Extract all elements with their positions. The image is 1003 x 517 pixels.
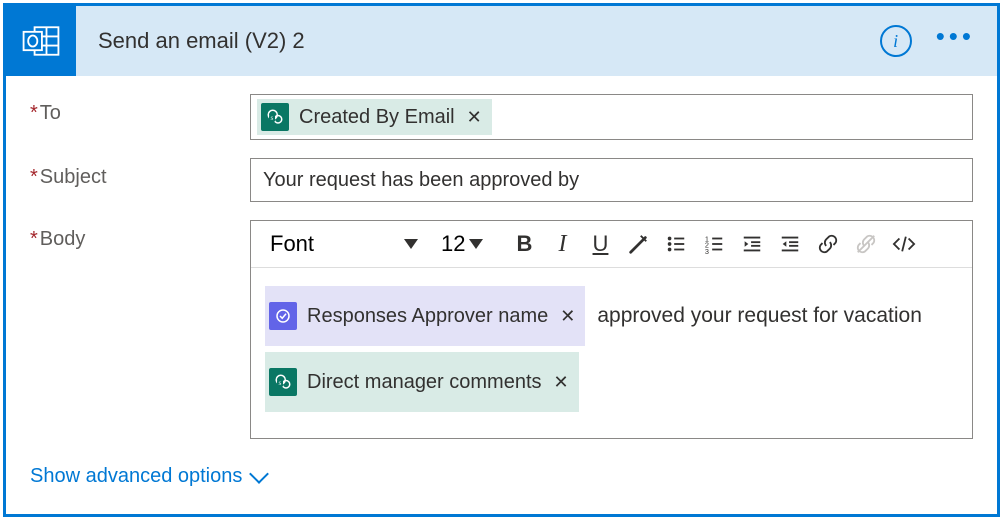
required-star: *: [30, 228, 38, 250]
required-star: *: [30, 102, 38, 124]
bullet-list-button[interactable]: [659, 227, 693, 261]
body-row: *Body Font 12 B I U: [30, 220, 973, 439]
rich-text-editor: Font 12 B I U: [250, 220, 973, 439]
to-row: *To S Created By Email ✕: [30, 94, 973, 140]
bold-button[interactable]: B: [507, 227, 541, 261]
numbered-list-button[interactable]: 123: [697, 227, 731, 261]
card-title: Send an email (V2) 2: [76, 28, 880, 54]
font-select[interactable]: Font: [259, 227, 429, 261]
sharepoint-icon: S: [261, 103, 289, 131]
show-advanced-options-link[interactable]: Show advanced options: [30, 465, 266, 488]
token-label: Created By Email: [299, 106, 455, 129]
subject-row: *Subject: [30, 158, 973, 202]
outlook-icon-svg: [19, 19, 63, 63]
email-action-card: Send an email (V2) 2 i ••• *To S Created…: [3, 3, 1000, 517]
more-menu-icon[interactable]: •••: [930, 29, 981, 53]
indent-button[interactable]: [773, 227, 807, 261]
to-input[interactable]: S Created By Email ✕: [250, 94, 973, 140]
remove-token-icon[interactable]: ✕: [552, 373, 571, 391]
token-label: Direct manager comments: [307, 356, 542, 408]
info-icon[interactable]: i: [880, 25, 912, 57]
svg-text:S: S: [279, 381, 282, 387]
chevron-down-icon: [469, 239, 483, 249]
body-line-1: Responses Approver name ✕ approved your …: [265, 286, 958, 346]
token-direct-manager-comments: S Direct manager comments ✕: [265, 352, 579, 412]
rte-toolbar: Font 12 B I U: [251, 221, 972, 268]
font-color-button[interactable]: [621, 227, 655, 261]
token-approver-name: Responses Approver name ✕: [265, 286, 585, 346]
subject-label: *Subject: [30, 158, 250, 189]
link-button[interactable]: [811, 227, 845, 261]
font-size-select[interactable]: 12: [433, 227, 491, 261]
rte-content[interactable]: Responses Approver name ✕ approved your …: [251, 268, 972, 438]
approvals-icon: [269, 302, 297, 330]
code-view-button[interactable]: [887, 227, 921, 261]
remove-token-icon[interactable]: ✕: [558, 307, 577, 325]
remove-token-icon[interactable]: ✕: [465, 108, 484, 126]
token-created-by-email: S Created By Email ✕: [257, 99, 492, 135]
italic-button[interactable]: I: [545, 227, 579, 261]
chevron-down-icon: [249, 464, 269, 484]
svg-text:S: S: [271, 116, 274, 122]
body-text: approved your request for vacation: [597, 289, 922, 344]
body-label: *Body: [30, 220, 250, 251]
to-label: *To: [30, 94, 250, 125]
required-star: *: [30, 166, 38, 188]
svg-text:3: 3: [705, 247, 709, 255]
subject-input[interactable]: [250, 158, 973, 202]
card-header: Send an email (V2) 2 i •••: [6, 6, 997, 76]
chevron-down-icon: [404, 239, 418, 249]
card-body: *To S Created By Email ✕ *Subject: [6, 76, 997, 514]
outdent-button[interactable]: [735, 227, 769, 261]
unlink-button: [849, 227, 883, 261]
underline-button[interactable]: U: [583, 227, 617, 261]
sharepoint-icon: S: [269, 368, 297, 396]
outlook-icon: [6, 6, 76, 76]
body-line-2: S Direct manager comments ✕: [265, 352, 958, 412]
token-label: Responses Approver name: [307, 290, 548, 342]
